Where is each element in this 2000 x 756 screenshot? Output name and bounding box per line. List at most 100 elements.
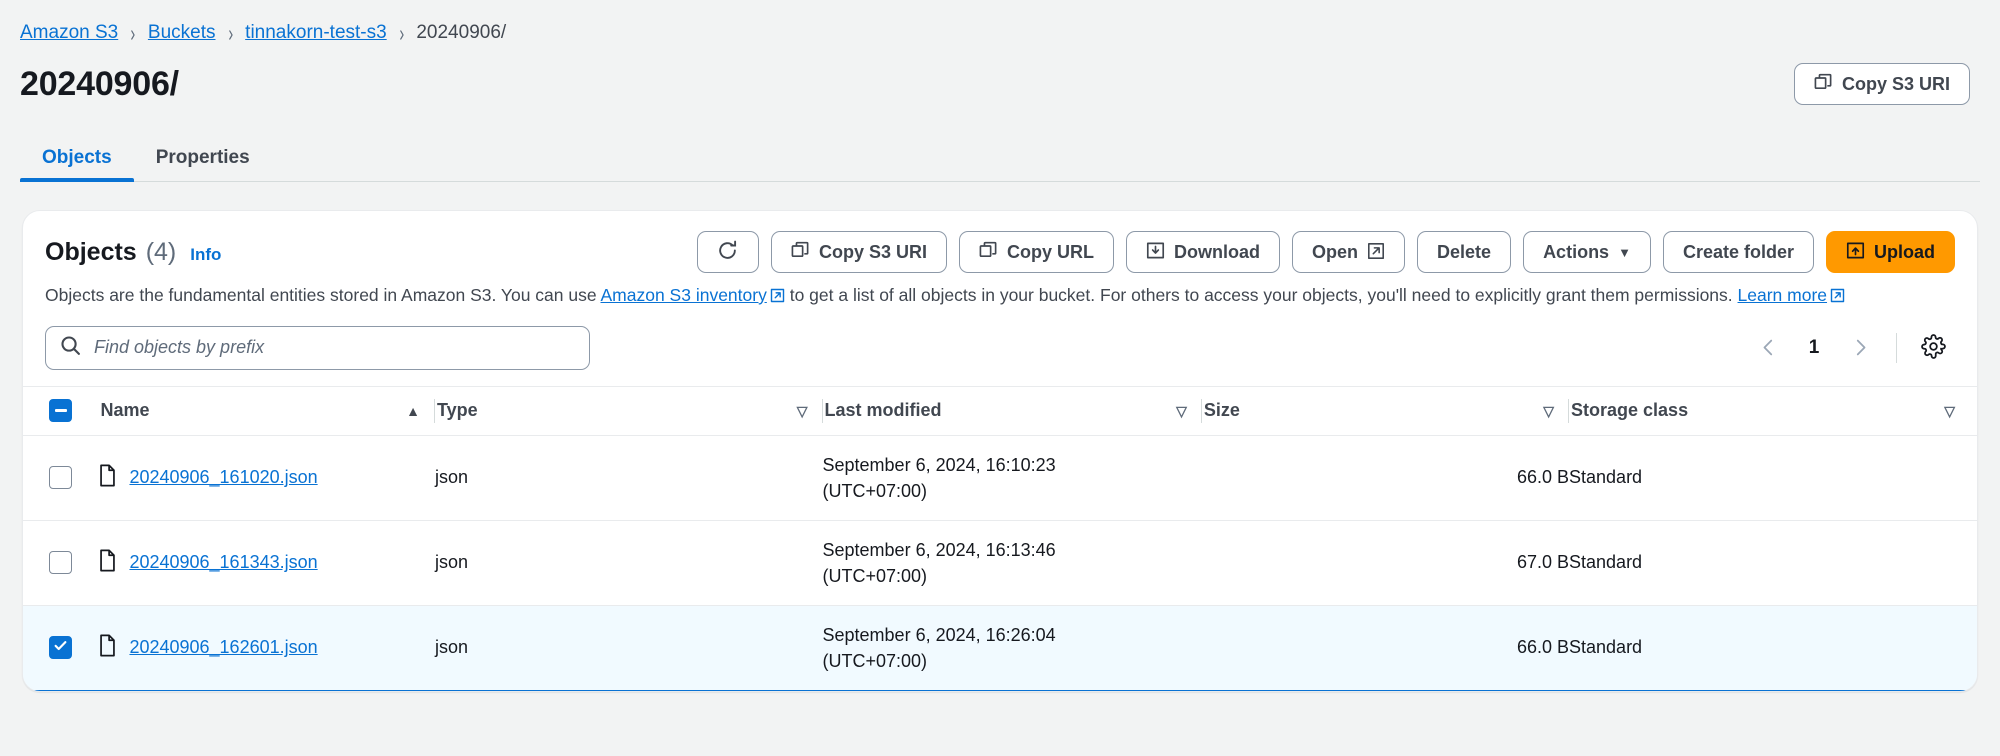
row-size-cell: 66.0 B [1201,604,1570,692]
learn-more-link[interactable]: Learn more [1738,285,1828,305]
row-select-cell [23,520,99,606]
object-name-link[interactable]: 20240906_161020.json [129,467,317,488]
create-folder-label: Create folder [1682,242,1794,262]
table-row[interactable]: 20240906_161020.json json September 6, 2… [23,435,1977,521]
page-header: 20240906/ Copy S3 URI [0,44,2000,110]
copy-s3-uri-toolbar-button[interactable]: Copy S3 URI [770,231,948,273]
refresh-button[interactable] [696,231,759,273]
objects-toolbar: Copy S3 URI Copy URL Download Open Delet… [696,231,1955,273]
row-storage-class-cell: Standard [1569,520,1977,606]
actions-label: Actions [1543,242,1610,262]
row-select-cell [23,604,99,692]
delete-button[interactable]: Delete [1417,231,1512,273]
table-header-storage-class[interactable]: Storage class ▽ [1569,385,1977,436]
column-label-size: Size [1203,400,1240,420]
column-label-last-modified: Last modified [824,400,942,420]
breadcrumb-separator-icon: › [399,20,404,46]
column-label-type: Type [436,400,478,420]
copy-s3-uri-toolbar-label: Copy S3 URI [818,242,928,262]
copy-icon [979,241,998,263]
breadcrumb: Amazon S3 › Buckets › tinnakorn-test-s3 … [0,0,2000,46]
table-preferences-button[interactable] [1911,326,1955,370]
objects-title: Objects [45,237,137,266]
gear-icon [1920,333,1946,362]
pagination-page-1[interactable]: 1 [1794,328,1834,368]
upload-button[interactable]: Upload [1826,231,1955,273]
table-header-select-all [23,385,99,436]
breadcrumb-item-bucket-name[interactable]: tinnakorn-test-s3 [245,22,387,44]
last-modified-timezone: (UTC+07:00) [822,480,928,501]
row-checkbox[interactable] [49,551,72,575]
pagination-prev-button[interactable] [1746,326,1790,370]
info-link[interactable]: Info [190,245,221,265]
table-row[interactable]: 20240906_161343.json json September 6, 2… [23,520,1977,606]
row-checkbox[interactable] [49,636,72,660]
row-checkbox[interactable] [49,466,72,490]
tab-properties[interactable]: Properties [134,148,272,181]
row-last-modified-cell: September 6, 2024, 16:10:23 (UTC+07:00) [822,435,1202,521]
objects-panel-header: Objects (4) Info Copy S3 URI Copy URL Do… [23,211,1977,310]
external-link-icon [1830,285,1845,310]
download-icon [1146,241,1165,263]
table-header: Name ▲ Type ▽ Last modified ▽ Size ▽ Sto… [23,385,1977,436]
pagination: 1 [1746,326,1955,370]
copy-s3-uri-button[interactable]: Copy S3 URI [1793,63,1970,105]
actions-dropdown-button[interactable]: Actions ▼ [1523,231,1651,273]
row-last-modified-cell: September 6, 2024, 16:13:46 (UTC+07:00) [822,520,1202,606]
tab-list: Objects Properties [20,126,1980,182]
search-container [45,325,590,370]
tab-objects[interactable]: Objects [20,148,134,182]
sort-icon: ▽ [796,402,808,419]
external-link-icon [770,285,785,310]
column-label-name: Name [100,400,150,420]
row-name-cell: 20240906_161343.json [98,520,435,606]
table-filter-row: 1 [23,310,1977,386]
breadcrumb-item-amazon-s3[interactable]: Amazon S3 [20,22,118,44]
table-header-size[interactable]: Size ▽ [1201,385,1570,436]
pagination-divider [1896,332,1897,363]
table-header-last-modified[interactable]: Last modified ▽ [822,385,1202,436]
download-label: Download [1174,242,1261,262]
column-label-storage-class: Storage class [1571,400,1689,420]
objects-table: Name ▲ Type ▽ Last modified ▽ Size ▽ Sto… [23,385,1977,692]
file-icon [98,464,117,492]
copy-url-button[interactable]: Copy URL [959,231,1115,273]
chevron-down-icon: ▼ [1618,244,1631,260]
object-name-link[interactable]: 20240906_162601.json [129,637,317,658]
objects-title-group: Objects (4) Info [45,238,221,267]
row-type-cell: json [434,520,823,606]
select-all-checkbox[interactable] [49,399,72,422]
row-size-cell: 67.0 B [1201,520,1570,606]
sort-icon: ▽ [1543,402,1555,419]
row-storage-class-cell: Standard [1569,435,1977,521]
file-icon [98,549,117,577]
open-label: Open [1312,242,1359,262]
copy-s3-uri-label: Copy S3 URI [1841,74,1950,94]
table-header-name[interactable]: Name ▲ [98,385,435,436]
breadcrumb-separator-icon: › [130,20,136,46]
sort-icon: ▽ [1944,402,1955,419]
copy-icon [1814,73,1833,95]
last-modified-date: September 6, 2024, 16:13:46 [822,539,1056,560]
object-name-link[interactable]: 20240906_161343.json [129,552,317,573]
refresh-icon [717,240,738,264]
last-modified-date: September 6, 2024, 16:10:23 [822,454,1056,475]
table-row[interactable]: 20240906_162601.json json September 6, 2… [23,604,1977,692]
description-text-part1: Objects are the fundamental entities sto… [45,285,601,305]
row-type-cell: json [434,435,823,521]
upload-icon [1846,241,1865,263]
file-icon [98,634,117,662]
pagination-next-button[interactable] [1838,326,1882,370]
breadcrumb-item-buckets[interactable]: Buckets [148,22,216,44]
search-input[interactable] [45,325,590,370]
row-name-cell: 20240906_162601.json [98,604,435,692]
sort-ascending-icon: ▲ [406,402,420,419]
description-text-part2: to get a list of all objects in your buc… [784,285,1738,305]
table-header-type[interactable]: Type ▽ [434,385,823,436]
download-button[interactable]: Download [1126,231,1281,273]
open-button[interactable]: Open [1292,231,1406,273]
create-folder-button[interactable]: Create folder [1662,231,1814,273]
amazon-s3-inventory-link[interactable]: Amazon S3 inventory [601,285,767,305]
row-last-modified-cell: September 6, 2024, 16:26:04 (UTC+07:00) [822,604,1202,692]
objects-panel: Objects (4) Info Copy S3 URI Copy URL Do… [22,210,1978,693]
